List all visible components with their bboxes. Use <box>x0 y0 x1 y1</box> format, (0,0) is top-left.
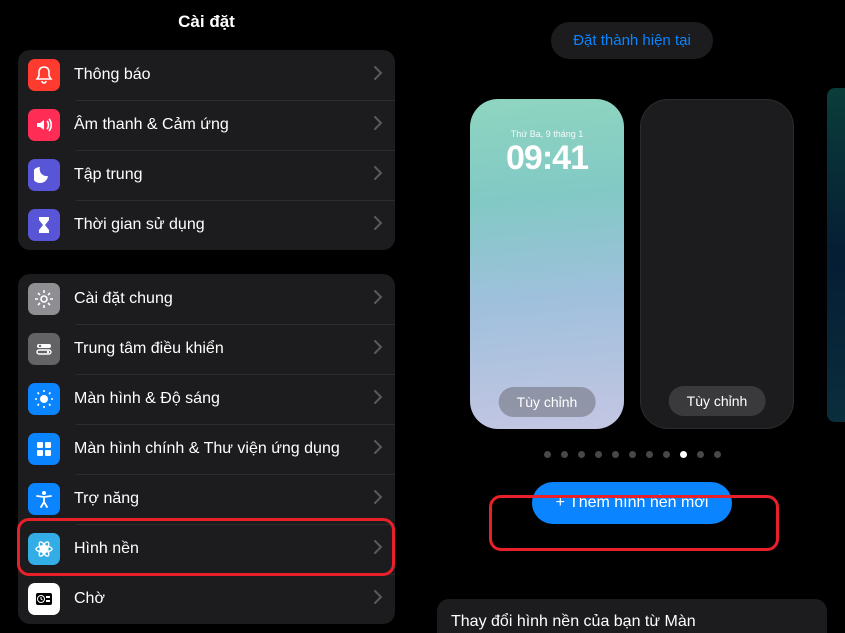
chevron-right-icon <box>373 215 383 236</box>
chevron-right-icon <box>373 539 383 560</box>
chevron-right-icon <box>373 489 383 510</box>
page-dot[interactable] <box>714 451 721 458</box>
gear-icon <box>28 283 60 315</box>
settings-row-flower[interactable]: Hình nền <box>18 524 395 574</box>
chevron-right-icon <box>373 339 383 360</box>
customize-lock-button[interactable]: Tùy chỉnh <box>499 387 596 417</box>
row-label: Chờ <box>74 590 373 608</box>
chevron-right-icon <box>373 65 383 86</box>
next-wallpaper-peek[interactable] <box>827 88 845 422</box>
wallpaper-screen: Đặt thành hiện tại Thứ Ba, 9 tháng 1 09:… <box>419 0 845 633</box>
flower-icon <box>28 533 60 565</box>
row-label: Màn hình chính & Thư viện ứng dụng <box>74 440 373 458</box>
clock-icon <box>28 583 60 615</box>
settings-row-switches[interactable]: Trung tâm điều khiển <box>18 324 395 374</box>
row-label: Màn hình & Độ sáng <box>74 390 373 408</box>
chevron-right-icon <box>373 389 383 410</box>
lock-screen-preview[interactable]: Thứ Ba, 9 tháng 1 09:41 Tùy chỉnh <box>470 99 624 429</box>
settings-row-speaker[interactable]: Âm thanh & Cảm ứng <box>18 100 395 150</box>
speaker-icon <box>28 109 60 141</box>
row-label: Trợ năng <box>74 490 373 508</box>
chevron-right-icon <box>373 289 383 310</box>
lock-time: 09:41 <box>506 139 588 178</box>
page-dot[interactable] <box>544 451 551 458</box>
chevron-right-icon <box>373 589 383 610</box>
bottom-info-card: Thay đổi hình nền của bạn từ Màn <box>437 599 827 633</box>
page-dot[interactable] <box>595 451 602 458</box>
page-title: Cài đặt <box>0 0 413 44</box>
page-dot[interactable] <box>561 451 568 458</box>
bell-icon <box>28 59 60 91</box>
chevron-right-icon <box>373 115 383 136</box>
page-indicator[interactable] <box>544 451 721 458</box>
page-dot[interactable] <box>697 451 704 458</box>
row-label: Tập trung <box>74 166 373 184</box>
settings-row-moon[interactable]: Tập trung <box>18 150 395 200</box>
page-dot[interactable] <box>646 451 653 458</box>
settings-row-gear[interactable]: Cài đặt chung <box>18 274 395 324</box>
wallpaper-previews: Thứ Ba, 9 tháng 1 09:41 Tùy chỉnh Tùy ch… <box>470 99 794 429</box>
add-wallpaper-label: Thêm hình nền mới <box>569 494 708 512</box>
chevron-right-icon <box>373 439 383 460</box>
settings-row-clock[interactable]: Chờ <box>18 574 395 624</box>
settings-list: Thông báo Âm thanh & Cảm ứng Tập trung Thời… <box>0 44 413 624</box>
switches-icon <box>28 333 60 365</box>
group-sounds: Thông báo Âm thanh & Cảm ứng Tập trung Thời… <box>18 50 395 250</box>
plus-icon: + <box>556 494 565 512</box>
settings-row-sun[interactable]: Màn hình & Độ sáng <box>18 374 395 424</box>
home-screen-preview[interactable]: Tùy chỉnh <box>640 99 794 429</box>
add-wallpaper-button[interactable]: +Thêm hình nền mới <box>532 482 733 524</box>
grid-icon <box>28 433 60 465</box>
group-general: Cài đặt chung Trung tâm điều khiển Màn hìn… <box>18 274 395 624</box>
lock-date: Thứ Ba, 9 tháng 1 <box>511 129 584 139</box>
accessibility-icon <box>28 483 60 515</box>
hourglass-icon <box>28 209 60 241</box>
row-label: Trung tâm điều khiển <box>74 340 373 358</box>
row-label: Hình nền <box>74 540 373 558</box>
settings-screen: Cài đặt Thông báo Âm thanh & Cảm ứng Tập t… <box>0 0 413 633</box>
page-dot[interactable] <box>680 451 687 458</box>
settings-row-accessibility[interactable]: Trợ năng <box>18 474 395 524</box>
settings-row-hourglass[interactable]: Thời gian sử dụng <box>18 200 395 250</box>
moon-icon <box>28 159 60 191</box>
page-dot[interactable] <box>612 451 619 458</box>
row-label: Thông báo <box>74 66 373 84</box>
page-dot[interactable] <box>629 451 636 458</box>
row-label: Cài đặt chung <box>74 290 373 308</box>
page-dot[interactable] <box>663 451 670 458</box>
row-label: Âm thanh & Cảm ứng <box>74 116 373 134</box>
settings-row-grid[interactable]: Màn hình chính & Thư viện ứng dụng <box>18 424 395 474</box>
sun-icon <box>28 383 60 415</box>
page-dot[interactable] <box>578 451 585 458</box>
set-current-button[interactable]: Đặt thành hiện tại <box>551 22 713 59</box>
customize-home-button[interactable]: Tùy chỉnh <box>669 386 766 416</box>
row-label: Thời gian sử dụng <box>74 216 373 234</box>
chevron-right-icon <box>373 165 383 186</box>
settings-row-bell[interactable]: Thông báo <box>18 50 395 100</box>
